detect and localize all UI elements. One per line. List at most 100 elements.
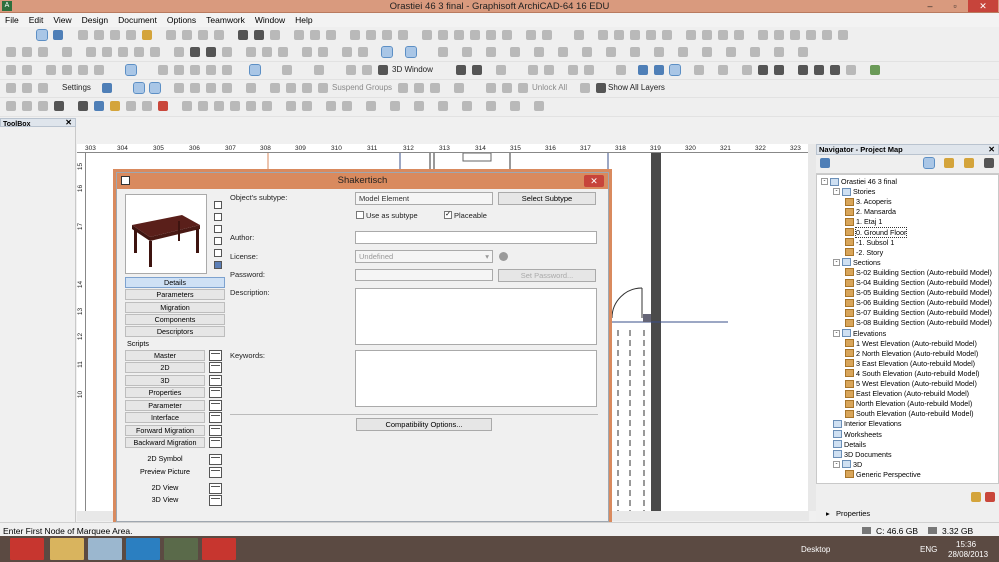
- move-top-icon[interactable]: [430, 83, 440, 93]
- pin-view-icon[interactable]: [78, 101, 88, 111]
- ruler-icon[interactable]: [798, 47, 808, 57]
- multiply-icon[interactable]: [102, 47, 112, 57]
- preview-picture-label[interactable]: Preview Picture: [125, 467, 205, 476]
- file-explorer-icon[interactable]: [50, 538, 84, 560]
- script-properties[interactable]: Properties: [125, 387, 205, 398]
- sun-icon[interactable]: [496, 65, 506, 75]
- script-window-icon[interactable]: [209, 412, 222, 423]
- tree-item[interactable]: -2. Story: [845, 248, 883, 257]
- drawing-tool-icon[interactable]: [734, 30, 744, 40]
- light-icon[interactable]: [528, 65, 538, 75]
- 2d-view-window-icon[interactable]: [209, 483, 222, 494]
- layer-merge-icon[interactable]: [286, 83, 296, 93]
- tab-details[interactable]: Details: [125, 277, 225, 288]
- render-preview-icon[interactable]: [214, 249, 222, 257]
- navigator-mode-icon[interactable]: [820, 158, 830, 168]
- zone-tool-icon[interactable]: [326, 30, 336, 40]
- adjust-icon[interactable]: [702, 47, 712, 57]
- bring-forward-icon[interactable]: [558, 47, 568, 57]
- info-icon[interactable]: [846, 65, 856, 75]
- hatch-tool-icon[interactable]: [838, 30, 848, 40]
- print-icon[interactable]: [222, 47, 232, 57]
- menu-edit[interactable]: Edit: [24, 13, 49, 27]
- pan-icon[interactable]: [246, 101, 256, 111]
- cube-icon[interactable]: [214, 237, 222, 245]
- language-indicator[interactable]: ENG: [920, 545, 937, 554]
- screen-icon[interactable]: [814, 65, 824, 75]
- preview-picture-window-icon[interactable]: [209, 467, 222, 478]
- scale-icon[interactable]: [390, 101, 400, 111]
- prev-zoom-icon[interactable]: [262, 101, 272, 111]
- dialog-title-bar[interactable]: Shakertisch ✕: [117, 173, 608, 189]
- placeable-checkbox[interactable]: ✓: [444, 211, 452, 219]
- object-tool-icon[interactable]: [294, 30, 304, 40]
- level-dim-icon[interactable]: [366, 30, 376, 40]
- window-view-icon[interactable]: [94, 101, 104, 111]
- refresh-icon[interactable]: [342, 101, 352, 111]
- cutting-plane-icon[interactable]: [584, 65, 594, 75]
- tree-item[interactable]: 1 West Elevation (Auto-rebuild Model): [845, 339, 977, 348]
- construction-grid-icon[interactable]: [62, 65, 72, 75]
- fit-preview-icon[interactable]: [214, 261, 222, 269]
- align-center-icon[interactable]: [438, 101, 448, 111]
- slab-tool-icon[interactable]: [126, 30, 136, 40]
- photo-render-icon[interactable]: [472, 65, 482, 75]
- paste-icon[interactable]: [278, 47, 288, 57]
- door-tool-icon[interactable]: [238, 30, 248, 40]
- camera-tool-icon[interactable]: [542, 30, 552, 40]
- next-zoom-icon[interactable]: [286, 101, 296, 111]
- explode-icon[interactable]: [726, 47, 736, 57]
- hotspot-tool-icon[interactable]: [502, 30, 512, 40]
- group-icon[interactable]: [486, 47, 496, 57]
- script-window-icon[interactable]: [209, 362, 222, 373]
- script-2d[interactable]: 2D: [125, 362, 205, 373]
- new-file-icon[interactable]: [174, 47, 184, 57]
- script-window-icon[interactable]: [209, 350, 222, 361]
- pdf-reader-icon[interactable]: [202, 538, 236, 560]
- lock-all-icon[interactable]: [486, 83, 496, 93]
- show-layer-icon[interactable]: [22, 83, 32, 93]
- tree-item[interactable]: Details: [833, 440, 866, 449]
- rotate-view-icon[interactable]: [774, 47, 784, 57]
- elevation-tool-icon[interactable]: [614, 30, 624, 40]
- navigator-toggle-icon[interactable]: [654, 65, 664, 75]
- internet-explorer-icon[interactable]: [126, 538, 160, 560]
- spline-tool-icon[interactable]: [486, 30, 496, 40]
- polygon-tool-icon[interactable]: [822, 30, 832, 40]
- use-as-subtype-checkbox[interactable]: [356, 211, 364, 219]
- offset-line-icon[interactable]: [206, 65, 216, 75]
- tree-item[interactable]: S-08 Building Section (Auto-rebuild Mode…: [845, 318, 992, 327]
- author-field[interactable]: [355, 231, 597, 244]
- save-icon[interactable]: [206, 47, 216, 57]
- zoom-in-icon[interactable]: [182, 101, 192, 111]
- 3d-view-window-icon[interactable]: [209, 495, 222, 506]
- mesh-tool-icon[interactable]: [198, 30, 208, 40]
- layout-book-icon[interactable]: [964, 158, 974, 168]
- 3d-view-icon[interactable]: [22, 101, 32, 111]
- tree-item[interactable]: 4 South Elevation (Auto-rebuild Model): [845, 369, 979, 378]
- reset-icon[interactable]: [366, 101, 376, 111]
- dimension-tool-icon[interactable]: [350, 30, 360, 40]
- menu-help[interactable]: Help: [290, 13, 317, 27]
- tree-item[interactable]: South Elevation (Auto-rebuild Model): [845, 409, 973, 418]
- grid-snap-icon[interactable]: [46, 65, 56, 75]
- delete-icon[interactable]: [985, 492, 995, 502]
- tab-migration[interactable]: Migration: [125, 302, 225, 313]
- ghost-icon[interactable]: [206, 83, 216, 93]
- cross-icon[interactable]: [758, 65, 768, 75]
- tree-item[interactable]: Interior Elevations: [833, 419, 902, 428]
- column-tool-icon[interactable]: [94, 30, 104, 40]
- clock-date[interactable]: 28/08/2013: [948, 550, 988, 559]
- layer-combo-icon[interactable]: [616, 65, 626, 75]
- unlock-icon[interactable]: [502, 83, 512, 93]
- suspend-icon[interactable]: [149, 82, 161, 94]
- menu-design[interactable]: Design: [77, 13, 113, 27]
- layout-icon[interactable]: [830, 65, 840, 75]
- layer-order-icon[interactable]: [270, 83, 280, 93]
- script-window-icon[interactable]: [209, 425, 222, 436]
- lock-layer-icon[interactable]: [174, 83, 184, 93]
- tree-item[interactable]: 2 North Elevation (Auto-rebuild Model): [845, 349, 978, 358]
- move-bottom-icon[interactable]: [454, 83, 464, 93]
- tree-item[interactable]: S-06 Building Section (Auto-rebuild Mode…: [845, 298, 992, 307]
- parallel-icon[interactable]: [158, 65, 168, 75]
